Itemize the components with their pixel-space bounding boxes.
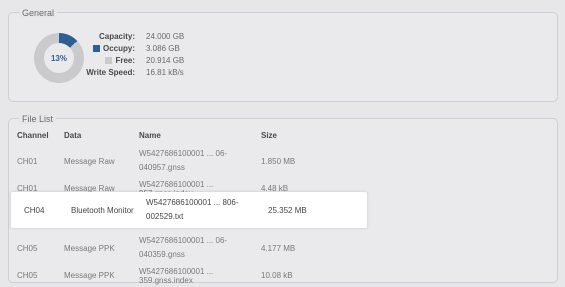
cell-name: W5427686100001 ... 806- 002529.txt — [146, 192, 239, 228]
general-title: General — [19, 8, 58, 18]
header-size[interactable]: Size — [261, 125, 351, 145]
cell-data: Message Raw — [64, 156, 115, 166]
table-row[interactable]: CH01 Message Raw W5427686100001 ... 06- 0… — [17, 145, 351, 177]
capacity-label: Capacity: — [98, 32, 135, 41]
cell-name-line1: W5427686100001 ... 806- — [146, 198, 239, 207]
write-speed-row: Write Speed: — [75, 67, 135, 79]
cell-name: W5427686100001 ... 06- 040957.gnss — [139, 145, 261, 177]
donut-percent-label: 13% — [44, 43, 74, 73]
free-swatch — [105, 57, 113, 64]
cell-name-line2: 040359.gnss — [139, 250, 185, 259]
general-panel: General 13% Capacity: 24.000 GB Occupy: … — [8, 8, 558, 102]
free-label-wrap: Free: — [105, 55, 135, 67]
header-data[interactable]: Data — [64, 125, 139, 145]
occupy-label: Occupy: — [102, 44, 135, 53]
cell-name: W5427686100001 ... 06- 040359.gnss — [139, 232, 261, 264]
table-row[interactable]: CH05 Message PPK W5427686100001 ... 359.… — [17, 264, 351, 287]
cell-channel: CH05 — [17, 243, 38, 253]
write-speed-value: 16.81 kB/s — [146, 68, 184, 77]
cell-data: Message PPK — [64, 271, 115, 280]
cell-channel: CH04 — [24, 205, 45, 215]
capacity-row: Capacity: — [95, 31, 135, 43]
header-channel[interactable]: Channel — [17, 125, 64, 145]
cell-size: 4.177 MB — [261, 243, 296, 253]
cell-name-line1: W5427686100001 ... 06- — [139, 236, 228, 245]
capacity-value: 24.000 GB — [146, 32, 185, 41]
table-header-row: Channel Data Name Size — [17, 125, 351, 145]
file-list-title: File List — [19, 114, 57, 124]
header-name[interactable]: Name — [139, 125, 261, 145]
occupy-label-wrap: Occupy: — [92, 43, 135, 55]
cell-channel: CH01 — [17, 156, 38, 166]
cell-name-line2: 040957.gnss — [139, 163, 185, 172]
occupy-swatch — [92, 45, 100, 52]
write-speed-label: Write Speed: — [86, 68, 135, 77]
selected-table-row[interactable]: CH04 Bluetooth Monitor W5427686100001 ..… — [11, 192, 367, 228]
cell-channel: CH05 — [17, 271, 38, 280]
table-row[interactable]: CH05 Message PPK W5427686100001 ... 06- 0… — [17, 232, 351, 264]
cell-name-line1: W5427686100001 ... 06- — [139, 149, 228, 158]
cell-data: Message PPK — [64, 243, 115, 253]
free-value: 20.914 GB — [146, 56, 185, 65]
free-label: Free: — [115, 56, 135, 65]
cell-size: 25.352 MB — [268, 205, 307, 215]
free-row: Free: — [95, 55, 135, 67]
occupy-row: Occupy: — [92, 43, 135, 55]
occupy-value: 3.086 GB — [146, 44, 180, 53]
cell-size: 10.08 kB — [261, 271, 293, 280]
cell-name-line2: 002529.txt — [146, 212, 184, 221]
cell-data: Bluetooth Monitor — [71, 205, 134, 215]
cell-size: 1.850 MB — [261, 156, 296, 166]
cell-name: W5427686100001 ... 359.gnss.index — [139, 266, 214, 285]
